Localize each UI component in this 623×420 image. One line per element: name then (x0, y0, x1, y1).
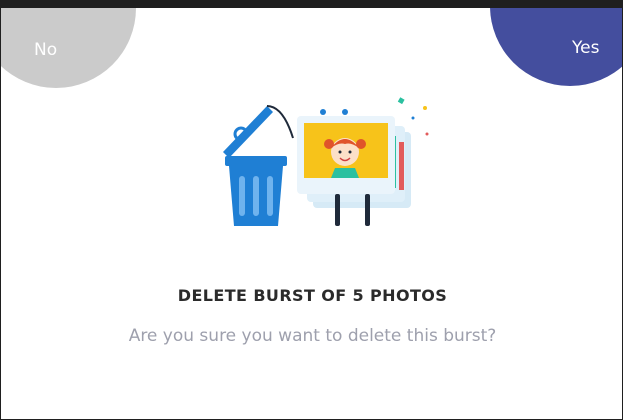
no-button-label: No (34, 40, 58, 60)
dialog-title: DELETE BURST OF 5 PHOTOS (177, 286, 448, 305)
delete-photos-illustration (223, 97, 429, 226)
no-button[interactable]: No (1, 8, 136, 88)
yes-button-label: Yes (572, 38, 600, 58)
photo-stack-icon (297, 109, 411, 226)
yes-button[interactable]: Yes (490, 8, 622, 86)
delete-burst-dialog: No Yes DELETE BURST OF 5 PHOTOS Are you … (0, 0, 623, 420)
dialog-message: Are you sure you want to delete this bur… (128, 326, 497, 346)
trash-can-icon (223, 105, 294, 226)
